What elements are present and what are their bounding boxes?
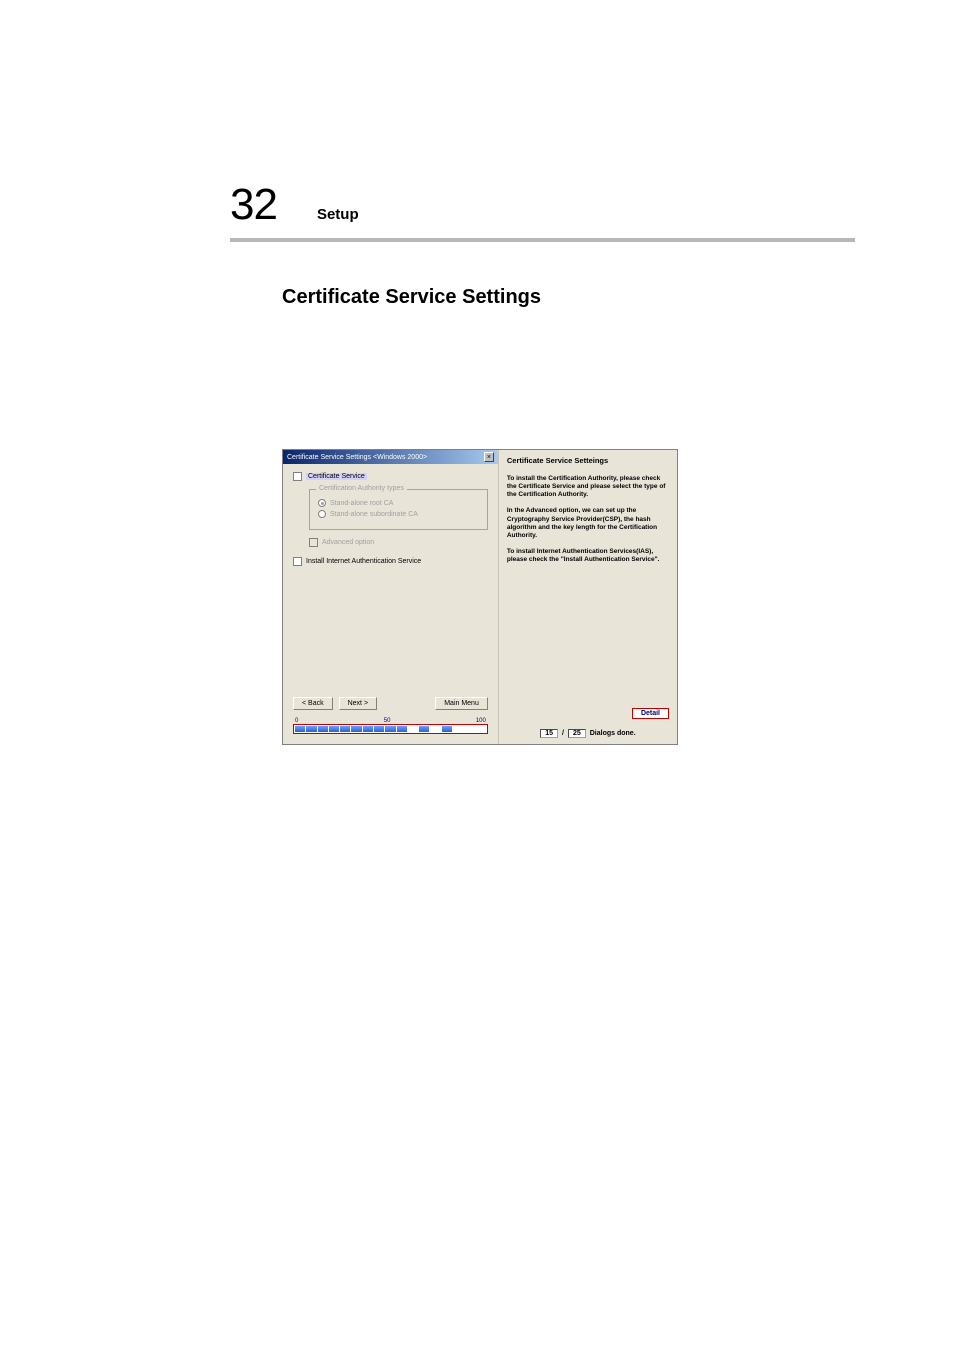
screenshot: Certificate Service Settings <Windows 20… xyxy=(282,449,678,745)
certificate-service-checkbox[interactable] xyxy=(293,472,302,481)
dialogs-done-label: Dialogs done. xyxy=(590,730,636,737)
detail-button[interactable]: Detail xyxy=(632,708,669,719)
right-para-1: To install the Certification Authority, … xyxy=(507,475,669,499)
back-button[interactable]: < Back xyxy=(293,697,333,710)
advanced-option-checkbox[interactable] xyxy=(309,538,318,547)
subordinate-ca-radio[interactable] xyxy=(318,510,326,518)
progress-bar xyxy=(293,724,488,734)
advanced-option-label: Advanced option xyxy=(322,539,374,546)
ias-checkbox[interactable] xyxy=(293,557,302,566)
close-icon[interactable]: × xyxy=(484,452,494,462)
progress-area: 0 50 100 xyxy=(293,718,488,738)
dialogs-done-row: 15 / 25 Dialogs done. xyxy=(507,729,669,738)
dialogs-total-count: 25 xyxy=(568,729,586,738)
ca-types-legend: Certification Authority types xyxy=(316,485,407,492)
dialogs-slash: / xyxy=(562,730,564,737)
progress-mid: 50 xyxy=(384,718,391,724)
dialog-right-pane: Certificate Service Setteings To install… xyxy=(498,450,677,744)
certificate-service-label: Certificate Service xyxy=(306,473,367,480)
subordinate-ca-label: Stand-alone subordinate CA xyxy=(330,511,418,518)
header-label: Setup xyxy=(317,206,359,223)
dialog-title-text: Certificate Service Settings <Windows 20… xyxy=(287,454,427,461)
section-title: Certificate Service Settings xyxy=(282,286,854,309)
progress-min: 0 xyxy=(295,718,298,724)
page-number: 32 xyxy=(230,180,277,230)
dialog-left-pane: Certificate Service Settings <Windows 20… xyxy=(283,450,498,744)
progress-max: 100 xyxy=(476,718,486,724)
dialogs-done-count: 15 xyxy=(540,729,558,738)
ca-types-fieldset: Certification Authority types Stand-alon… xyxy=(309,489,488,530)
root-ca-radio[interactable] xyxy=(318,499,326,507)
right-para-3: To install Internet Authentication Servi… xyxy=(507,548,669,564)
root-ca-label: Stand-alone root CA xyxy=(330,500,393,507)
ias-label: Install Internet Authentication Service xyxy=(306,558,421,565)
next-button[interactable]: Next > xyxy=(339,697,377,710)
header-divider xyxy=(230,238,855,242)
right-para-2: In the Advanced option, we can set up th… xyxy=(507,507,669,540)
right-pane-title: Certificate Service Setteings xyxy=(507,456,669,465)
main-menu-button[interactable]: Main Menu xyxy=(435,697,488,710)
dialog-titlebar: Certificate Service Settings <Windows 20… xyxy=(283,450,498,464)
